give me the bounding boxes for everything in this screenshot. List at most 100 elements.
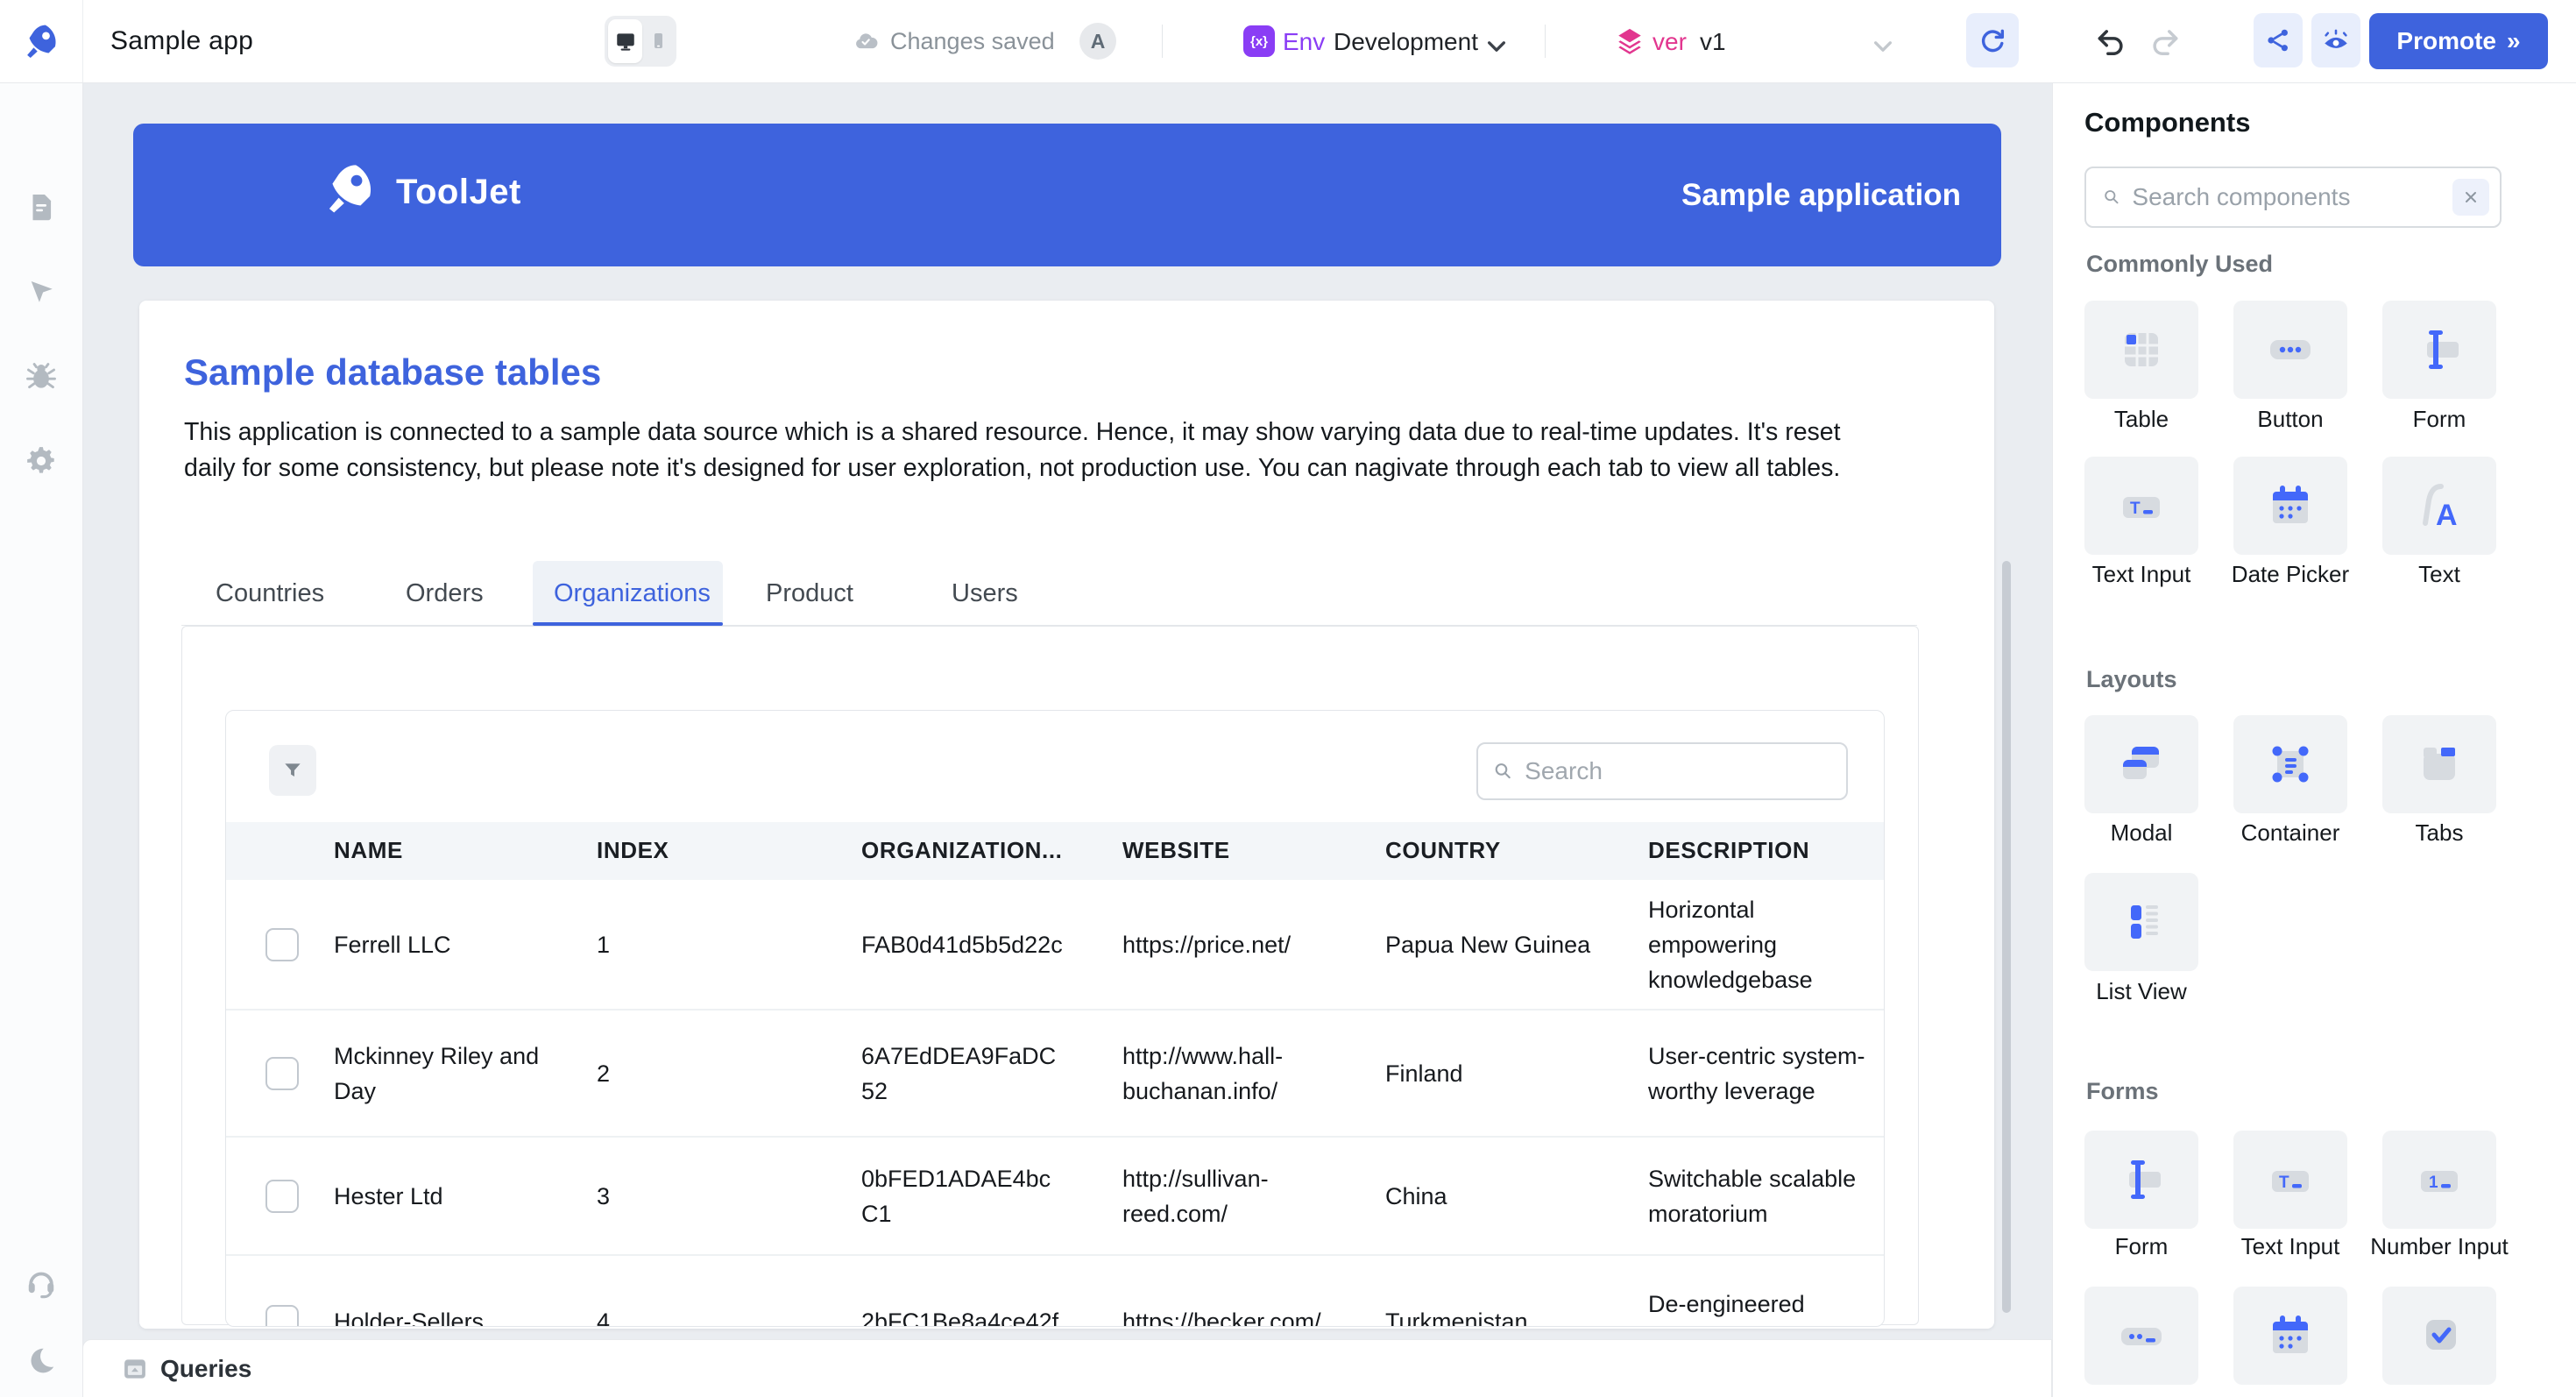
queries-label: Queries (160, 1355, 251, 1383)
components-search[interactable] (2084, 167, 2502, 228)
tab-users[interactable]: Users (952, 579, 1018, 608)
component-tile-button[interactable] (2233, 301, 2347, 399)
bug-icon (25, 359, 58, 393)
row-checkbox[interactable] (265, 1180, 299, 1213)
share-button[interactable] (2254, 13, 2303, 67)
table-row[interactable]: Mckinney Riley and Day 2 6A7EdDEA9FaDC52… (226, 1011, 1884, 1138)
cell-index: 2 (597, 1056, 610, 1091)
queries-panel-header[interactable]: Queries (82, 1339, 2052, 1397)
version-badge-label: ver (1652, 28, 1687, 56)
release-sync-button[interactable] (1966, 13, 2019, 67)
dark-mode-toggle[interactable] (0, 1333, 82, 1389)
queries-panel-icon (122, 1356, 148, 1382)
undo-button[interactable] (2094, 25, 2127, 58)
component-tile-text-input[interactable]: T (2084, 457, 2198, 555)
component-tile-tabs[interactable] (2382, 715, 2496, 813)
tab-organizations[interactable]: Organizations (554, 579, 711, 608)
cell-description: Switchable scalable moratorium (1648, 1161, 1872, 1231)
cell-country: China (1385, 1179, 1447, 1214)
component-tile-table[interactable] (2084, 301, 2198, 399)
component-tile-text[interactable]: A (2382, 457, 2496, 555)
tab-orders[interactable]: Orders (406, 579, 484, 608)
banner-rocket-icon (322, 160, 378, 216)
column-header-name[interactable]: NAME (334, 837, 403, 864)
device-layout-toggle[interactable] (605, 16, 676, 67)
save-status: Changes saved (852, 0, 1055, 82)
desktop-toggle-button[interactable] (608, 19, 642, 63)
table-row[interactable]: Holder-Sellers 4 2bFC1Be8a4ce42f https:/… (226, 1256, 1884, 1326)
text-input-component-icon: T (2113, 478, 2169, 534)
save-status-text: Changes saved (890, 28, 1055, 55)
components-search-input[interactable] (2130, 182, 2444, 212)
inspector-cursor-icon (25, 276, 57, 308)
moon-icon (25, 1345, 57, 1377)
headset-icon (25, 1266, 58, 1299)
page-heading: Sample database tables (184, 351, 601, 394)
component-tile-list-view[interactable] (2084, 873, 2198, 971)
table-search-input[interactable] (1523, 756, 1832, 786)
svg-text:T: T (2279, 1174, 2289, 1192)
clear-search-button[interactable] (2452, 179, 2489, 216)
cell-country: Papua New Guinea (1385, 927, 1590, 962)
environment-chevron-down-icon[interactable] (1483, 33, 1510, 60)
support-button[interactable] (0, 1254, 82, 1310)
component-tile-date-picker[interactable] (2233, 457, 2347, 555)
form-component-icon (2113, 1152, 2169, 1208)
environment-selector[interactable]: Development (1334, 28, 1478, 56)
column-header-country[interactable]: COUNTRY (1385, 837, 1501, 864)
banner-container[interactable]: ToolJet Sample application (133, 124, 2001, 266)
component-tile-password-input[interactable] (2084, 1287, 2198, 1385)
column-header-description[interactable]: DESCRIPTION (1648, 837, 1809, 864)
pages-button[interactable] (0, 180, 82, 236)
debugger-button[interactable] (0, 348, 82, 404)
svg-text:T: T (2130, 500, 2141, 518)
component-tile-container[interactable] (2233, 715, 2347, 813)
tooljet-logo-button[interactable] (0, 0, 83, 82)
cell-website: http://www.hall-buchanan.info/ (1122, 1039, 1346, 1109)
row-checkbox[interactable] (265, 1057, 299, 1090)
component-label: Date Picker (2216, 561, 2365, 587)
mobile-toggle-button[interactable] (642, 19, 673, 63)
component-tile-date-picker[interactable] (2233, 1287, 2347, 1385)
component-tile-modal[interactable] (2084, 715, 2198, 813)
tab-countries[interactable]: Countries (216, 579, 324, 608)
table-search[interactable] (1476, 742, 1848, 800)
component-tile-number-input[interactable]: 1 (2382, 1131, 2496, 1229)
column-header-index[interactable]: INDEX (597, 837, 669, 864)
canvas-scrollbar[interactable] (2002, 561, 2011, 1313)
redo-button[interactable] (2148, 25, 2182, 58)
section-forms: Forms (2086, 1078, 2159, 1105)
cell-name: Ferrell LLC (334, 927, 451, 962)
cell-index: 4 (597, 1304, 610, 1326)
cell-description: De-engineered systemic artificial (1648, 1287, 1872, 1326)
component-tile-text-input[interactable]: T (2233, 1131, 2347, 1229)
components-panel: Components Commonly Used Table Button (2052, 82, 2576, 1397)
version-selector[interactable]: v1 (1700, 28, 1726, 56)
preview-button[interactable] (2311, 13, 2360, 67)
mobile-icon (648, 31, 669, 52)
component-label: Form (2365, 406, 2514, 432)
table-row[interactable]: Hester Ltd 3 0bFED1ADAE4bcC1 http://sull… (226, 1138, 1884, 1256)
component-tile-form[interactable] (2084, 1131, 2198, 1229)
svg-text:1: 1 (2429, 1174, 2438, 1192)
component-tile-form[interactable] (2382, 301, 2496, 399)
inspector-button[interactable] (0, 264, 82, 320)
table-row[interactable]: Ferrell LLC 1 FAB0d41d5b5d22c https://pr… (226, 880, 1884, 1011)
row-checkbox[interactable] (265, 928, 299, 961)
column-header-organization[interactable]: ORGANIZATION... (861, 837, 1063, 864)
promote-button[interactable]: Promote » (2369, 13, 2548, 69)
column-header-website[interactable]: WEBSITE (1122, 837, 1230, 864)
filter-button[interactable] (269, 745, 316, 796)
component-tile-checkbox[interactable] (2382, 1287, 2496, 1385)
date-picker-component-icon (2262, 478, 2318, 534)
row-checkbox[interactable] (265, 1305, 299, 1326)
cell-name: Mckinney Riley and Day (334, 1039, 579, 1109)
app-title[interactable]: Sample app (110, 26, 253, 56)
version-chevron-down-icon[interactable] (1870, 33, 1896, 60)
desktop-icon (614, 30, 637, 53)
tab-product[interactable]: Product (766, 579, 853, 608)
user-avatar[interactable]: A (1079, 23, 1116, 60)
settings-button[interactable] (0, 433, 82, 489)
cell-organization: FAB0d41d5b5d22c (861, 927, 1063, 962)
component-label: Table (2067, 406, 2216, 432)
